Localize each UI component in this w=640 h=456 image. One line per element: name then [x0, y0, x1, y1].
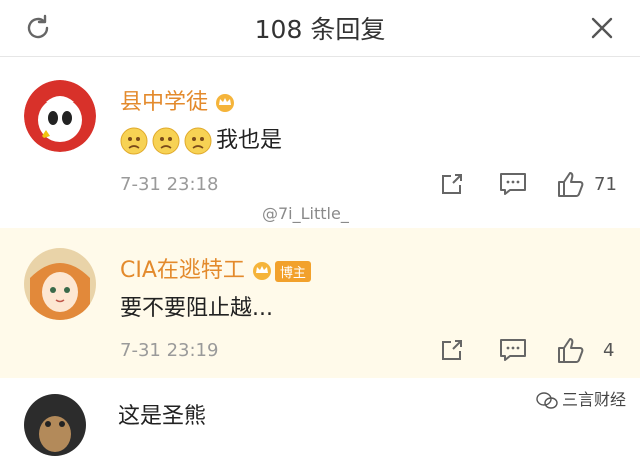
like-icon[interactable]	[556, 336, 586, 364]
avatar[interactable]	[24, 80, 96, 152]
comment-item-highlighted: CIA在逃特工 博主 要不要阻止越... 7-31 23:19 4	[0, 228, 640, 378]
comment-body: 要不要阻止越...	[120, 296, 273, 321]
crown-badge-icon	[252, 262, 271, 280]
page-title: 108 条回复	[254, 15, 386, 44]
like-icon[interactable]	[556, 170, 586, 198]
share-icon[interactable]	[438, 170, 466, 198]
dialog-header: 108 条回复	[0, 0, 640, 57]
comment-text: 我也是	[120, 122, 282, 155]
username[interactable]: 县中学徒	[120, 84, 236, 116]
like-count: 71	[594, 174, 617, 195]
comment-body: 我也是	[216, 128, 283, 153]
crown-badge-icon	[216, 94, 235, 112]
watermark-corner-text: 三言财经	[561, 390, 626, 409]
timestamp: 7-31 23:19	[120, 340, 219, 361]
sad-face-emoji	[184, 127, 212, 155]
sad-face-emoji	[120, 127, 148, 155]
username[interactable]: CIA在逃特工 博主	[120, 252, 311, 284]
sad-face-emoji	[152, 127, 180, 155]
comment-icon[interactable]	[498, 336, 528, 364]
avatar[interactable]	[24, 248, 96, 320]
username-text: CIA在逃特工	[120, 258, 245, 283]
watermark-corner: 三言财经	[536, 386, 626, 410]
blogger-badge: 博主	[274, 260, 311, 282]
watermark: @7i_Little_	[262, 204, 349, 223]
close-icon[interactable]	[586, 12, 618, 44]
comment-body: 这是圣熊	[118, 404, 207, 429]
like-count: 4	[603, 340, 615, 361]
share-icon[interactable]	[438, 336, 466, 364]
timestamp: 7-31 23:18	[120, 174, 219, 195]
username-text: 县中学徒	[120, 90, 209, 115]
wechat-icon	[536, 391, 558, 409]
avatar[interactable]	[24, 394, 86, 456]
comment-item: 县中学徒 我也是 7-31 23:18 71	[0, 62, 640, 212]
comment-icon[interactable]	[498, 170, 528, 198]
